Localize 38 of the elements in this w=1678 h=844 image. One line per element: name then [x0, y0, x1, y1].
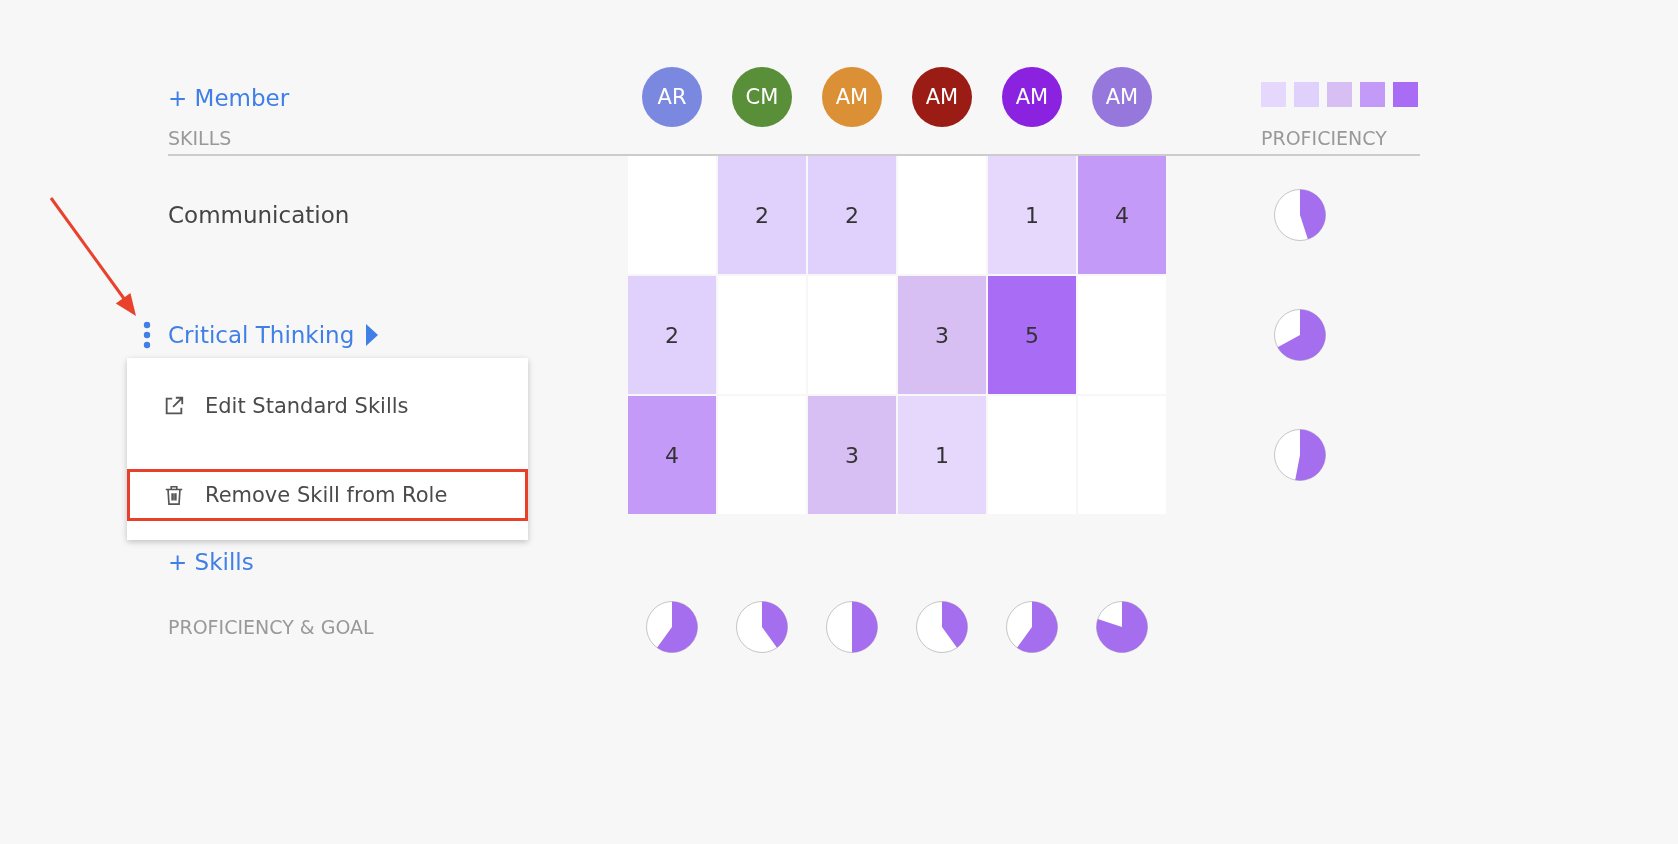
heatmap-cell: 1 [898, 396, 986, 514]
heatmap-cell: 5 [988, 276, 1076, 394]
heatmap-cell: 2 [628, 276, 716, 394]
menu-item[interactable]: Edit Standard Skills [127, 380, 528, 432]
member-avatar: AM [1002, 67, 1062, 127]
member-avatar: AM [822, 67, 882, 127]
pie-chart-icon [915, 600, 969, 654]
heatmap-cell: 3 [898, 276, 986, 394]
skill-name[interactable]: Communication [168, 200, 350, 230]
heatmap-cell: 2 [808, 156, 896, 274]
heatmap-cell: 4 [628, 396, 716, 514]
external-link-icon [163, 395, 185, 417]
pie-chart-icon [1005, 600, 1059, 654]
member-avatar: CM [732, 67, 792, 127]
add-member-link[interactable]: + Member [168, 83, 290, 113]
proficiency-heading: PROFICIENCY [1261, 127, 1388, 149]
trash-icon [163, 484, 185, 506]
heatmap-cell: 1 [988, 156, 1076, 274]
more-options-icon[interactable] [143, 321, 151, 349]
pie-chart-icon [645, 600, 699, 654]
pie-chart-icon [825, 600, 879, 654]
pie-chart-icon [735, 600, 789, 654]
pie-chart-icon [1273, 308, 1327, 362]
member-avatar: AM [1092, 67, 1152, 127]
heatmap-cell: 2 [718, 156, 806, 274]
pie-chart-icon [1273, 188, 1327, 242]
skill-name[interactable]: Critical Thinking [168, 320, 355, 350]
heatmap-cell: 4 [1078, 156, 1166, 274]
member-avatar: AM [912, 67, 972, 127]
pie-chart-icon [1273, 428, 1327, 482]
skills-heading: SKILLS [168, 127, 232, 149]
proficiency-goal-label: PROFICIENCY & GOAL [168, 616, 374, 638]
add-skills-link[interactable]: + Skills [168, 547, 254, 577]
heatmap-cell: 3 [808, 396, 896, 514]
caret-icon[interactable] [366, 324, 379, 346]
menu-item[interactable]: Remove Skill from Role [127, 469, 528, 521]
member-avatar: AR [642, 67, 702, 127]
pie-chart-icon [1095, 600, 1149, 654]
